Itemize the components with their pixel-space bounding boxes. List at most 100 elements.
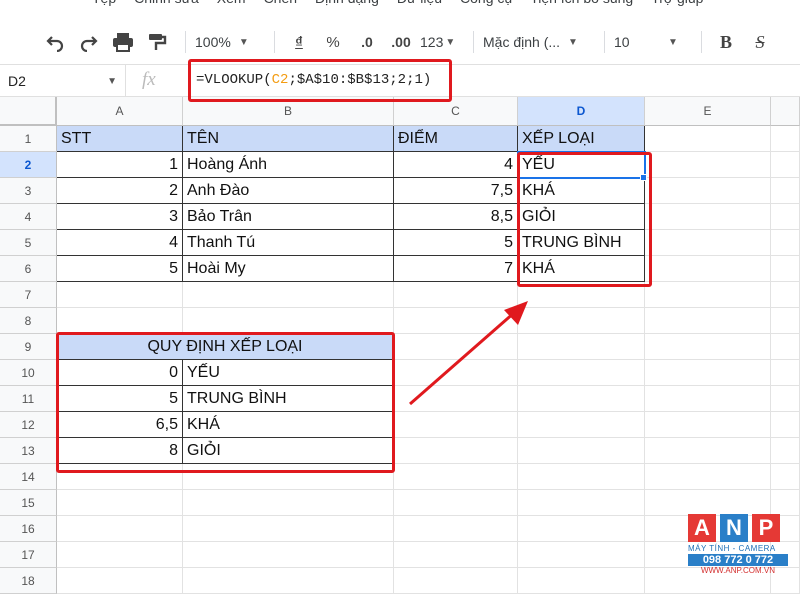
zoom-select[interactable]: 100% ▼ (195, 27, 265, 57)
table-cell[interactable]: 7,5 (394, 178, 518, 204)
empty-cell[interactable] (771, 464, 800, 490)
table-cell[interactable]: 2 (57, 178, 183, 204)
rules-threshold[interactable]: 0 (57, 360, 183, 386)
table-cell[interactable]: GIỎI (518, 204, 645, 230)
menu-data[interactable]: Dữ liệu (397, 0, 442, 10)
empty-cell[interactable] (518, 542, 645, 568)
empty-cell[interactable] (771, 308, 800, 334)
empty-cell[interactable] (645, 230, 771, 256)
table-cell[interactable]: 1 (57, 152, 183, 178)
empty-cell[interactable] (645, 438, 771, 464)
row-header[interactable]: 14 (0, 464, 57, 490)
empty-cell[interactable] (394, 490, 518, 516)
row-header[interactable]: 17 (0, 542, 57, 568)
rules-threshold[interactable]: 5 (57, 386, 183, 412)
empty-cell[interactable] (518, 490, 645, 516)
table-header-ten[interactable]: TÊN (183, 126, 394, 152)
formula-input[interactable]: =VLOOKUP(C2;$A$10:$B$13;2;1) (196, 72, 431, 88)
menu-format[interactable]: Định dạng (315, 0, 379, 10)
empty-cell[interactable] (645, 386, 771, 412)
empty-cell[interactable] (394, 542, 518, 568)
empty-cell[interactable] (57, 464, 183, 490)
row-header[interactable]: 10 (0, 360, 57, 386)
empty-cell[interactable] (183, 282, 394, 308)
empty-cell[interactable] (518, 464, 645, 490)
rules-title[interactable]: QUY ĐỊNH XẾP LOẠI (57, 334, 394, 360)
empty-cell[interactable] (57, 282, 183, 308)
table-cell[interactable]: 4 (394, 152, 518, 178)
name-box[interactable]: D2 ▼ (0, 65, 126, 97)
empty-cell[interactable] (394, 464, 518, 490)
strikethrough-button[interactable]: S (745, 27, 775, 57)
empty-cell[interactable] (645, 282, 771, 308)
menu-help[interactable]: Trợ giúp (651, 0, 703, 10)
menu-insert[interactable]: Chèn (264, 0, 297, 10)
empty-cell[interactable] (771, 438, 800, 464)
empty-cell[interactable] (645, 360, 771, 386)
table-cell[interactable]: 8,5 (394, 204, 518, 230)
row-header[interactable]: 7 (0, 282, 57, 308)
currency-format-button[interactable]: ₫ (284, 27, 314, 57)
rules-grade[interactable]: GIỎI (183, 438, 394, 464)
row-header[interactable]: 9 (0, 334, 57, 360)
table-cell[interactable]: Anh Đào (183, 178, 394, 204)
row-header[interactable]: 11 (0, 386, 57, 412)
table-cell[interactable]: Hoàng Ánh (183, 152, 394, 178)
menu-file[interactable]: Tệp (92, 0, 116, 10)
empty-cell[interactable] (645, 308, 771, 334)
undo-icon[interactable] (40, 27, 70, 57)
row-header[interactable]: 5 (0, 230, 57, 256)
empty-cell[interactable] (183, 490, 394, 516)
empty-cell[interactable] (771, 204, 800, 230)
table-header-stt[interactable]: STT (57, 126, 183, 152)
table-cell[interactable]: TRUNG BÌNH (518, 230, 645, 256)
table-cell[interactable]: 5 (394, 230, 518, 256)
empty-cell[interactable] (771, 490, 800, 516)
empty-cell[interactable] (394, 568, 518, 594)
empty-cell[interactable] (645, 256, 771, 282)
empty-cell[interactable] (645, 334, 771, 360)
table-header-diem[interactable]: ĐIỂM (394, 126, 518, 152)
column-header-c[interactable]: C (394, 97, 518, 126)
empty-cell[interactable] (57, 308, 183, 334)
row-header[interactable]: 2 (0, 152, 57, 178)
table-cell[interactable]: 3 (57, 204, 183, 230)
empty-cell[interactable] (645, 126, 771, 152)
empty-cell[interactable] (645, 204, 771, 230)
percent-format-button[interactable]: % (318, 27, 348, 57)
increase-decimal-button[interactable]: .00 (386, 27, 416, 57)
table-cell[interactable]: KHÁ (518, 256, 645, 282)
decrease-decimal-button[interactable]: .0 (352, 27, 382, 57)
font-size-select[interactable]: 10 ▼ (614, 27, 692, 57)
table-cell[interactable]: YẾU (518, 152, 645, 178)
column-header-e[interactable]: E (645, 97, 771, 126)
row-header[interactable]: 16 (0, 516, 57, 542)
paint-format-icon[interactable] (142, 27, 172, 57)
menu-view[interactable]: Xem (217, 0, 246, 10)
empty-cell[interactable] (518, 438, 645, 464)
empty-cell[interactable] (518, 568, 645, 594)
bold-button[interactable]: B (711, 27, 741, 57)
empty-cell[interactable] (183, 308, 394, 334)
menu-edit[interactable]: Chỉnh sửa (134, 0, 199, 10)
column-header-f[interactable] (771, 97, 800, 126)
table-cell[interactable]: Thanh Tú (183, 230, 394, 256)
row-header[interactable]: 8 (0, 308, 57, 334)
empty-cell[interactable] (771, 360, 800, 386)
menu-tools[interactable]: Công cụ (460, 0, 512, 10)
table-cell[interactable]: KHÁ (518, 178, 645, 204)
empty-cell[interactable] (771, 386, 800, 412)
empty-cell[interactable] (57, 490, 183, 516)
empty-cell[interactable] (518, 516, 645, 542)
empty-cell[interactable] (645, 464, 771, 490)
empty-cell[interactable] (57, 568, 183, 594)
column-header-b[interactable]: B (183, 97, 394, 126)
column-header-d[interactable]: D (518, 97, 645, 126)
table-header-xep-loai[interactable]: XẾP LOẠI (518, 126, 645, 152)
empty-cell[interactable] (183, 542, 394, 568)
empty-cell[interactable] (645, 412, 771, 438)
rules-grade[interactable]: TRUNG BÌNH (183, 386, 394, 412)
row-header[interactable]: 4 (0, 204, 57, 230)
empty-cell[interactable] (771, 256, 800, 282)
empty-cell[interactable] (394, 438, 518, 464)
